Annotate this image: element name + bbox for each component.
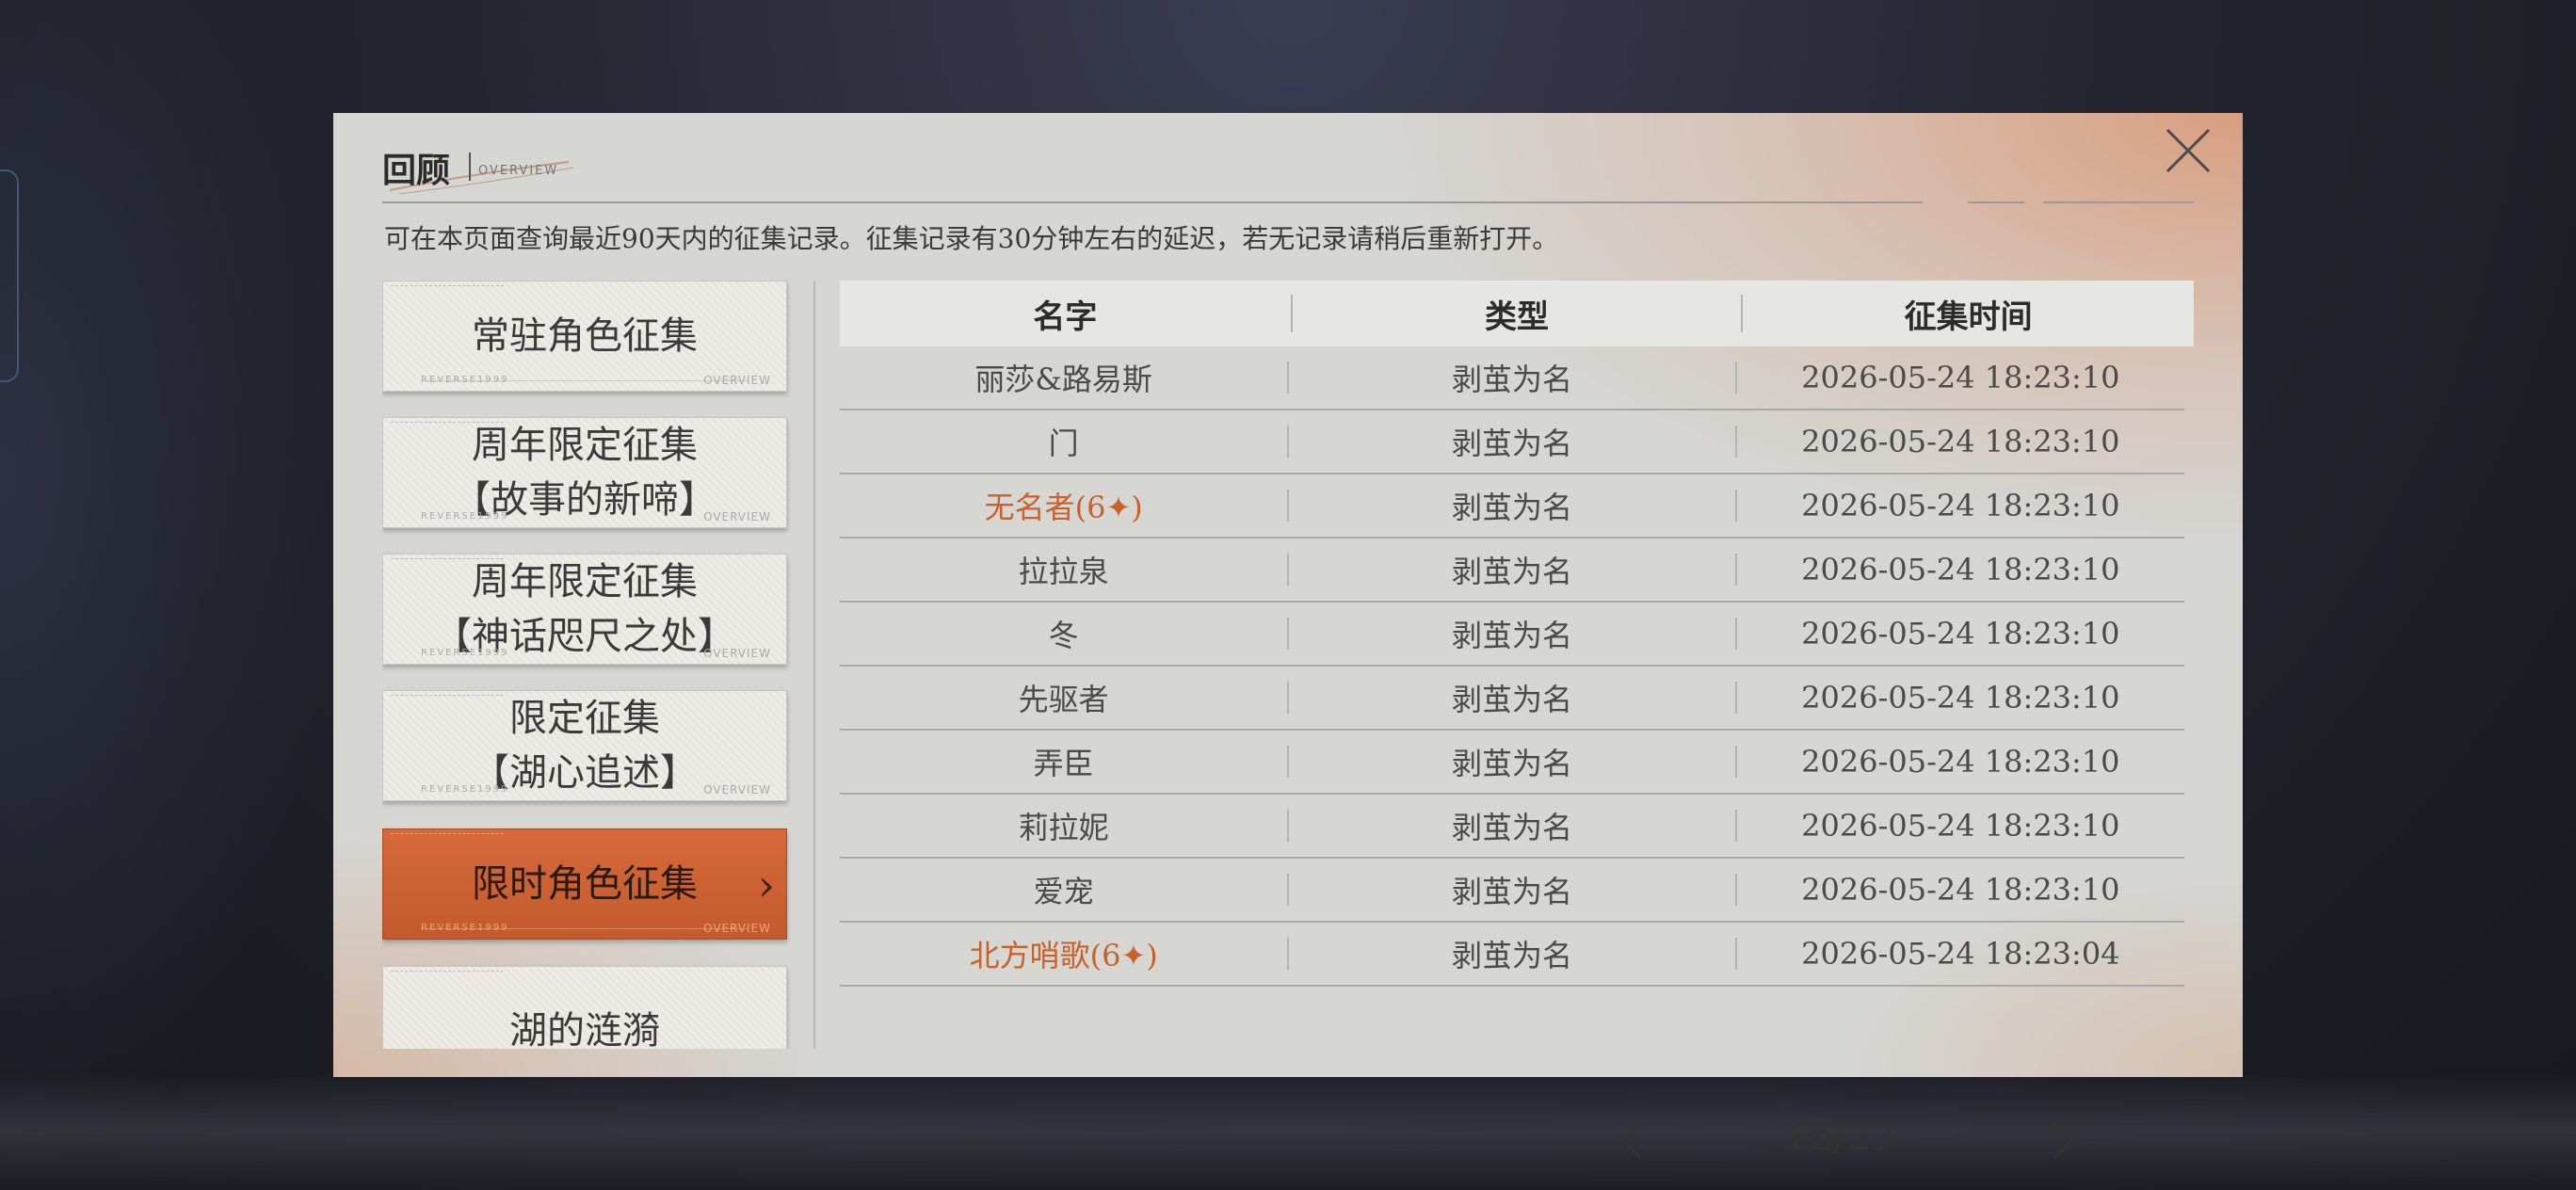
cell-name: 莉拉妮 [1018,810,1109,845]
title-separator [469,153,471,181]
cell-name-rare: 北方哨歌(6✦) [969,938,1158,973]
title-rule-end [2043,201,2194,203]
cell-time: 2026-05-24 18:23:10 [1801,616,2120,651]
dialog-title: 回顾 [382,151,451,190]
tab-anniversary-banner-2[interactable]: 周年限定征集 【神话咫尺之处】 REVERSE1999 OVERVIEW [382,554,787,665]
table-row: 拉拉泉 剥茧为名 2026-05-24 18:23:10 [840,539,2184,603]
cell-time: 2026-05-24 18:23:10 [1801,680,2120,716]
cell-name: 冬 [1048,618,1079,653]
cell-name: 门 [1048,426,1079,461]
tab-decoration [391,285,504,288]
tab-anniversary-banner-1[interactable]: 周年限定征集 【故事的新啼】 REVERSE1999 OVERVIEW [382,417,787,528]
cell-type: 剥茧为名 [1452,426,1573,461]
cell-type: 剥茧为名 [1452,746,1573,781]
overview-dialog: 回顾 OVERVIEW 可在本页面查询最近90天内的征集记录。征集记录有30分钟… [333,113,2243,1160]
tab-decoration [391,833,504,836]
tab-label: 常驻角色征集 [472,314,698,358]
tab-decoration [391,695,504,698]
table-header: 名字 类型 征集时间 [840,281,2194,346]
tab-tag: REVERSE1999 [421,923,509,933]
tab-decoration [391,558,504,561]
cell-type: 剥茧为名 [1452,618,1573,653]
cell-time: 2026-05-24 18:23:10 [1801,360,2120,395]
cell-time: 2026-05-24 18:23:10 [1801,552,2120,587]
chevron-left-icon[interactable] [1614,1117,1651,1164]
dialog-title-sub: OVERVIEW [478,164,559,178]
tab-overview: OVERVIEW [703,374,771,387]
cell-type: 剥茧为名 [1452,874,1573,909]
tab-tag: REVERSE1999 [421,648,509,658]
background-bottom [0,1073,2576,1190]
tab-tag: REVERSE1999 [421,375,509,385]
chevron-right-icon: › [757,860,775,910]
tab-tag: REVERSE1999 [421,784,509,795]
table-row: 无名者(6✦) 剥茧为名 2026-05-24 18:23:10 [840,474,2184,539]
record-table: 名字 类型 征集时间 丽莎&路易斯 剥茧为名 2026-05-24 18:23:… [840,281,2194,987]
table-row: 弄臣 剥茧为名 2026-05-24 18:23:10 [840,731,2184,795]
header-name: 名字 [1033,298,1098,336]
tab-overview: OVERVIEW [703,922,771,935]
background-left-shade [0,0,339,1190]
cell-type: 剥茧为名 [1452,362,1573,397]
pagination: 16/27 [1614,1107,2103,1173]
tab-tag: REVERSE1999 [421,511,509,522]
cell-time: 2026-05-24 18:23:10 [1801,872,2120,908]
cell-type: 剥茧为名 [1452,490,1573,525]
tab-limited-banner[interactable]: 限定征集 【湖心追述】 REVERSE1999 OVERVIEW [382,690,787,801]
tab-overview: OVERVIEW [703,783,771,796]
tab-decoration [391,422,504,425]
close-icon[interactable] [2160,122,2216,179]
cell-time: 2026-05-24 18:23:10 [1801,488,2120,523]
dialog-description: 可在本页面查询最近90天内的征集记录。征集记录有30分钟左右的延迟，若无记录请稍… [384,223,1559,254]
table-row: 门 剥茧为名 2026-05-24 18:23:10 [840,410,2184,474]
cell-type: 剥茧为名 [1452,554,1573,589]
cell-name: 丽莎&路易斯 [974,362,1152,397]
cell-name: 先驱者 [1018,682,1109,717]
table-row: 先驱者 剥茧为名 2026-05-24 18:23:10 [840,667,2184,731]
tab-timed-character-banner[interactable]: 限时角色征集 › REVERSE1999 OVERVIEW [382,828,787,940]
title-rule [382,201,1923,203]
tab-lake-ripples-banner[interactable]: 湖的涟漪 [382,966,787,1049]
table-row: 丽莎&路易斯 剥茧为名 2026-05-24 18:23:10 [840,346,2184,410]
tab-standard-banner[interactable]: 常驻角色征集 REVERSE1999 OVERVIEW [382,281,787,392]
title-rule-short [1968,201,2024,203]
tab-overview: OVERVIEW [703,510,771,523]
cell-time: 2026-05-24 18:23:04 [1801,936,2120,972]
page-indicator: 16/27 [1782,1113,1897,1159]
edge-frame [0,169,19,382]
cell-type: 剥茧为名 [1452,682,1573,717]
tab-label: 湖的涟漪 [509,1009,660,1049]
chevron-right-icon[interactable] [2043,1117,2081,1164]
cell-name-rare: 无名者(6✦) [984,490,1143,525]
table-row: 北方哨歌(6✦) 剥茧为名 2026-05-24 18:23:04 [840,923,2184,987]
tab-decoration [391,971,504,973]
header-time: 征集时间 [1904,298,2033,336]
table-row: 冬 剥茧为名 2026-05-24 18:23:10 [840,603,2184,667]
cell-type: 剥茧为名 [1452,938,1573,973]
table-row: 爱宠 剥茧为名 2026-05-24 18:23:10 [840,859,2184,923]
cell-name: 爱宠 [1033,874,1094,909]
table-row: 莉拉妮 剥茧为名 2026-05-24 18:23:10 [840,795,2184,859]
cell-name: 拉拉泉 [1018,554,1109,589]
tab-label: 限时角色征集 [472,862,698,906]
header-type: 类型 [1485,298,1549,336]
cell-time: 2026-05-24 18:23:10 [1801,424,2120,459]
cell-type: 剥茧为名 [1452,810,1573,845]
cell-time: 2026-05-24 18:23:10 [1801,744,2120,780]
banner-tab-list[interactable]: 常驻角色征集 REVERSE1999 OVERVIEW 周年限定征集 【故事的新啼… [382,281,791,1049]
vertical-divider [813,281,815,1049]
tab-overview: OVERVIEW [703,647,771,660]
cell-time: 2026-05-24 18:23:10 [1801,808,2120,844]
cell-name: 弄臣 [1033,746,1094,781]
